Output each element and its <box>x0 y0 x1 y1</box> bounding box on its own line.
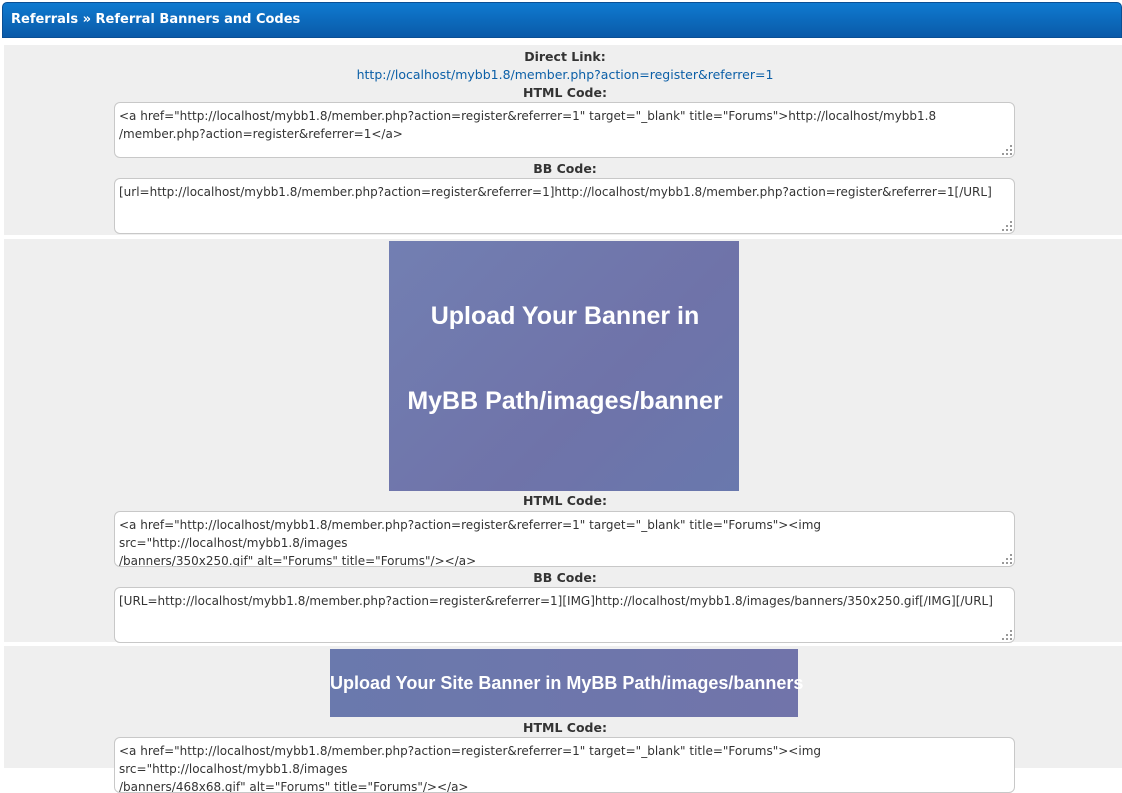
breadcrumb-header: Referrals » Referral Banners and Codes <box>2 2 1122 38</box>
direct-link-label: Direct Link: <box>524 49 606 64</box>
html-code-line: <a href="http://localhost/mybb1.8/member… <box>119 744 821 776</box>
html-code-line: /banners/350x250.gif" alt="Forums" title… <box>119 554 477 567</box>
banner-text: Upload Your Site Banner in MyBB Path/ima… <box>330 673 804 693</box>
bb-code-textarea[interactable]: [url=http://localhost/mybb1.8/member.php… <box>114 178 1015 234</box>
html-code-line: /member.php?action=register&referrer=1</… <box>119 127 403 141</box>
html-code-label: HTML Code: <box>523 85 607 100</box>
html-code-line: <a href="http://localhost/mybb1.8/member… <box>119 518 821 550</box>
bb-code-textarea[interactable]: [URL=http://localhost/mybb1.8/member.php… <box>114 587 1015 643</box>
html-code-line: /banners/468x68.gif" alt="Forums" title=… <box>119 780 469 793</box>
banner-350x250-image: Upload Your Banner in MyBB Path/images/b… <box>389 241 739 491</box>
html-code-textarea[interactable]: <a href="http://localhost/mybb1.8/member… <box>114 511 1015 567</box>
bb-code-label: BB Code: <box>533 161 597 176</box>
bb-code-line: [URL=http://localhost/mybb1.8/member.php… <box>119 594 993 608</box>
html-code-label: HTML Code: <box>523 720 607 735</box>
html-code-textarea[interactable]: <a href="http://localhost/mybb1.8/member… <box>114 102 1015 158</box>
banner-text-line: Upload Your Banner in <box>430 302 700 330</box>
html-code-textarea[interactable]: <a href="http://localhost/mybb1.8/member… <box>114 737 1015 793</box>
banner-468x68-image: Upload Your Site Banner in MyBB Path/ima… <box>330 649 804 717</box>
bb-code-label: BB Code: <box>533 570 597 585</box>
resize-grip-icon[interactable] <box>1002 554 1012 564</box>
html-code-line: <a href="http://localhost/mybb1.8/member… <box>119 109 937 123</box>
resize-grip-icon[interactable] <box>1002 630 1012 640</box>
resize-grip-icon[interactable] <box>1002 221 1012 231</box>
banner-text-line: MyBB Path/images/banner <box>407 387 723 415</box>
bb-code-line: [url=http://localhost/mybb1.8/member.php… <box>119 185 992 199</box>
page-title: Referrals » Referral Banners and Codes <box>11 12 301 27</box>
direct-link-url[interactable]: http://localhost/mybb1.8/member.php?acti… <box>0 67 1122 82</box>
html-code-label: HTML Code: <box>523 493 607 508</box>
resize-grip-icon[interactable] <box>1002 145 1012 155</box>
